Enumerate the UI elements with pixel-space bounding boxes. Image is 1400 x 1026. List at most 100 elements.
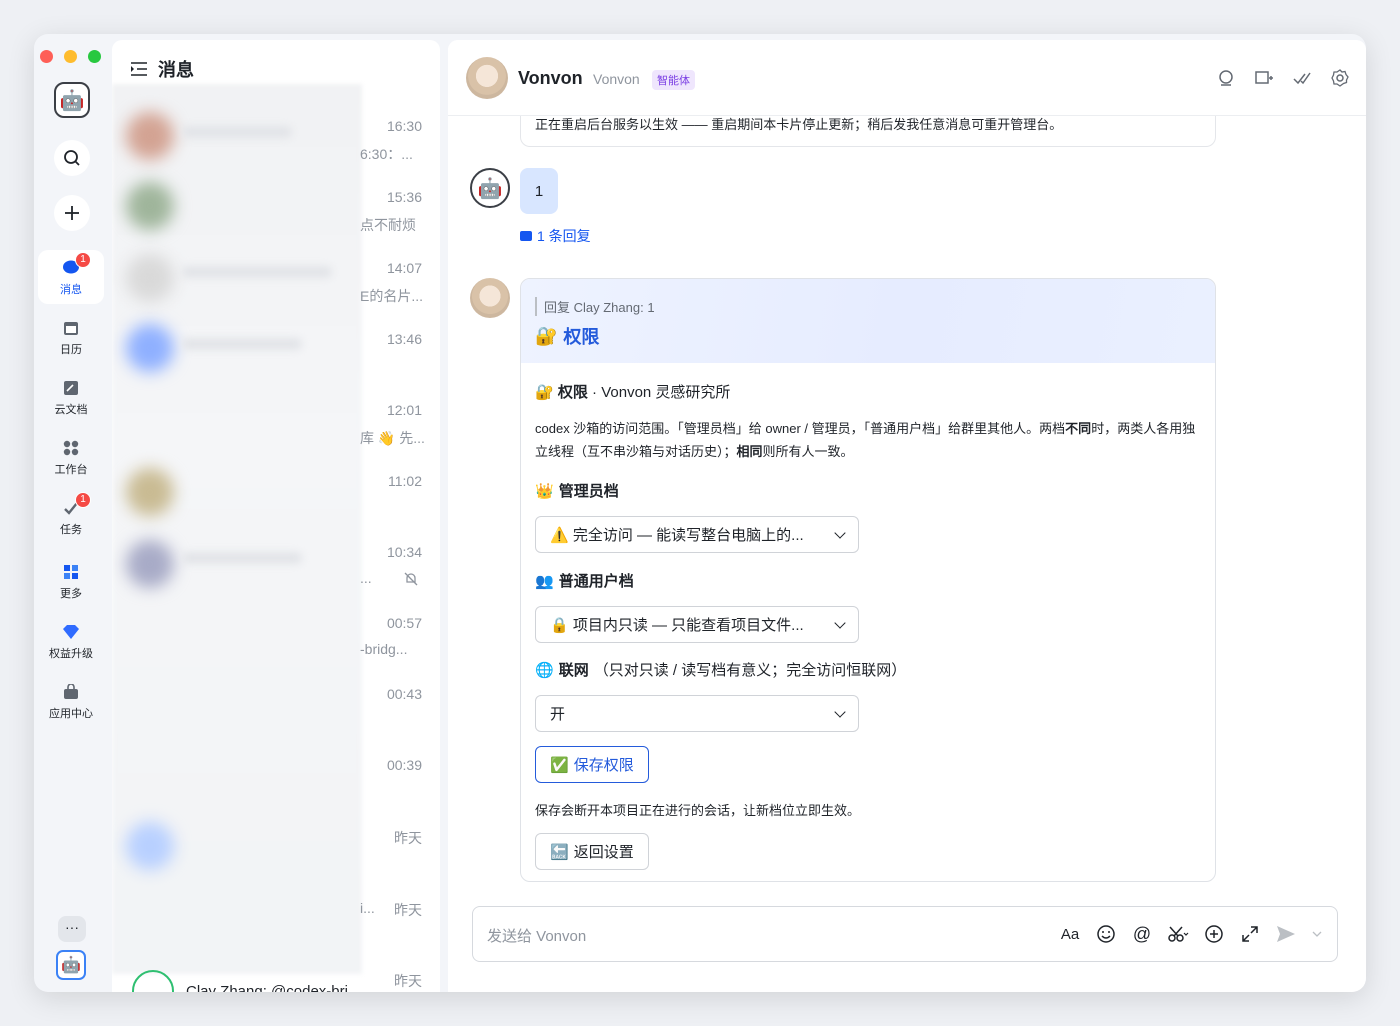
- chevron-down-icon: [834, 705, 846, 718]
- create-button[interactable]: [54, 195, 90, 231]
- more-options-button[interactable]: ···: [58, 916, 86, 942]
- sidebar-item-calendar[interactable]: 日历: [38, 310, 104, 364]
- app-window: 🤖 1 消息 日历 云文档 工作台 1 任务 更多 权益升级 应用中心 ··· …: [34, 34, 1366, 992]
- chat-header: Vonvon Vonvon 智能体: [448, 40, 1366, 116]
- list-header: 消息: [130, 56, 194, 82]
- add-member-icon: [1255, 71, 1273, 84]
- screenshot-icon[interactable]: [1167, 923, 1189, 945]
- user-tier-label: 👥 普通用户档: [535, 572, 634, 591]
- profile-avatar[interactable]: 🤖: [54, 82, 90, 118]
- row-snippet: ...: [360, 570, 372, 586]
- unread-badge: 1: [75, 251, 91, 268]
- plus-icon: [65, 206, 79, 220]
- sidebar-item-workplace[interactable]: 工作台: [38, 430, 104, 484]
- row-title: Clay Zhang: @codex-bri...: [186, 982, 361, 993]
- document-icon: [61, 378, 81, 398]
- sidebar-item-docs[interactable]: 云文档: [38, 370, 104, 424]
- previous-card-text: 正在重启后台服务以生效 —— 重启期间本卡片停止更新；稍后发我任意消息可重开管理…: [535, 117, 1063, 132]
- sidebar-item-label: 工作台: [54, 463, 88, 476]
- add-member-button[interactable]: [1254, 68, 1274, 88]
- sidebar-item-tasks[interactable]: 1 任务: [38, 490, 104, 544]
- row-time: 16:30: [386, 118, 422, 134]
- search-icon: [1219, 70, 1233, 86]
- sidebar-item-label: 应用中心: [49, 707, 93, 720]
- expand-icon[interactable]: [1239, 923, 1261, 945]
- card-description: codex 沙箱的访问范围。「管理员档」给 owner / 管理员，「普通用户档…: [535, 421, 1196, 459]
- agent-tag: 智能体: [652, 70, 695, 90]
- row-time: 昨天: [394, 973, 422, 989]
- globe-icon: 🌐: [535, 661, 554, 679]
- sidebar-item-label: 更多: [60, 587, 82, 600]
- search-button[interactable]: [54, 140, 90, 176]
- row-snippet: i...: [360, 900, 375, 916]
- permissions-card: 回复 Clay Zhang: 1 🔐 权限 🔐 权限 · Vonvon 灵感研究…: [520, 278, 1216, 882]
- users-icon: 👥: [535, 572, 554, 590]
- header-toolbar: [1216, 68, 1350, 88]
- message-bubble[interactable]: 1: [520, 168, 558, 214]
- row-time: 昨天: [394, 830, 422, 846]
- reply-count: 1 条回复: [537, 228, 591, 244]
- lock-icon: 🔐: [535, 384, 554, 401]
- avatar: [126, 540, 174, 588]
- sidebar-item-messages[interactable]: 1 消息: [38, 250, 104, 304]
- chat-icon: 1: [61, 251, 91, 278]
- avatar[interactable]: [466, 57, 508, 99]
- row-time: 11:02: [388, 473, 422, 489]
- thread-replies-link[interactable]: 1 条回复: [520, 226, 591, 246]
- bot-shortcut-avatar[interactable]: 🤖: [56, 950, 86, 980]
- sidebar-item-more[interactable]: 更多: [38, 554, 104, 608]
- task-icon: 1: [61, 491, 91, 518]
- blurred-text: [182, 338, 302, 350]
- avatar[interactable]: [470, 278, 510, 318]
- gear-icon: [1331, 69, 1349, 87]
- send-options-chevron-icon[interactable]: [1311, 923, 1323, 945]
- sidebar-item-app-center[interactable]: 应用中心: [38, 674, 104, 728]
- user-tier-select[interactable]: 🔒 项目内只读 — 只能查看项目文件...: [535, 606, 859, 643]
- bag-icon: [61, 682, 81, 702]
- app-sidebar: 🤖 1 消息 日历 云文档 工作台 1 任务 更多 权益升级 应用中心 ··· …: [34, 34, 108, 992]
- row-snippet: -bridg...: [360, 641, 408, 657]
- settings-button[interactable]: [1330, 68, 1350, 88]
- blurred-text: [182, 266, 332, 278]
- back-to-settings-button[interactable]: 🔙 返回设置: [535, 833, 649, 870]
- reply-quote: 回复 Clay Zhang: 1: [535, 297, 655, 316]
- chevron-down-icon: [834, 616, 846, 629]
- chat-alias: Vonvon: [593, 71, 640, 87]
- search-chat-button[interactable]: [1216, 68, 1236, 88]
- admin-tier-label: 👑 管理员档: [535, 482, 619, 501]
- menu-collapse-icon[interactable]: [130, 61, 148, 77]
- avatar: [126, 254, 174, 302]
- bot-avatar[interactable]: 🤖: [470, 168, 510, 208]
- save-permissions-button[interactable]: ✅ 保存权限: [535, 746, 649, 783]
- message-composer[interactable]: 发送给 Vonvon Aa @: [472, 906, 1338, 962]
- comment-icon: [520, 231, 532, 241]
- select-value: 开: [550, 706, 566, 723]
- plus-circle-icon[interactable]: [1203, 923, 1225, 945]
- send-icon[interactable]: [1275, 923, 1297, 945]
- chevron-down-icon: [834, 526, 846, 539]
- mention-icon[interactable]: @: [1131, 923, 1153, 945]
- card-title: 🔐 权限: [535, 325, 600, 348]
- crown-icon: 👑: [535, 482, 554, 500]
- conversation-list: 消息 16:30 6:30：... 15:36 点不耐烦 14:07 E的名片... …: [112, 40, 440, 992]
- row-time: 13:46: [386, 331, 422, 347]
- mark-done-button[interactable]: [1292, 68, 1312, 88]
- card-subtitle: 🔐 权限 · Vonvon 灵感研究所: [535, 384, 731, 401]
- admin-tier-select[interactable]: ⚠️ 完全访问 — 能读写整台电脑上的...: [535, 516, 859, 553]
- text-format-icon[interactable]: Aa: [1059, 923, 1081, 945]
- sidebar-item-label: 云文档: [54, 403, 88, 416]
- chat-title[interactable]: Vonvon: [518, 68, 583, 89]
- row-snippet: 点不耐烦: [360, 217, 416, 233]
- blurred-text: [182, 552, 302, 564]
- emoji-icon[interactable]: [1095, 923, 1117, 945]
- select-value: ⚠️ 完全访问 — 能读写整台电脑上的...: [550, 527, 804, 544]
- check-icon: ✅: [550, 756, 569, 774]
- more-apps-icon: [61, 562, 81, 582]
- row-snippet: E的名片...: [360, 288, 424, 304]
- sidebar-item-label: 权益升级: [49, 647, 93, 660]
- row-time: 00:57: [386, 615, 422, 631]
- list-item[interactable]: Clay Zhang: @codex-bri...: [132, 970, 360, 992]
- network-select[interactable]: 开: [535, 695, 859, 732]
- sidebar-item-upgrade[interactable]: 权益升级: [38, 614, 104, 668]
- composer-placeholder: 发送给 Vonvon: [487, 928, 587, 945]
